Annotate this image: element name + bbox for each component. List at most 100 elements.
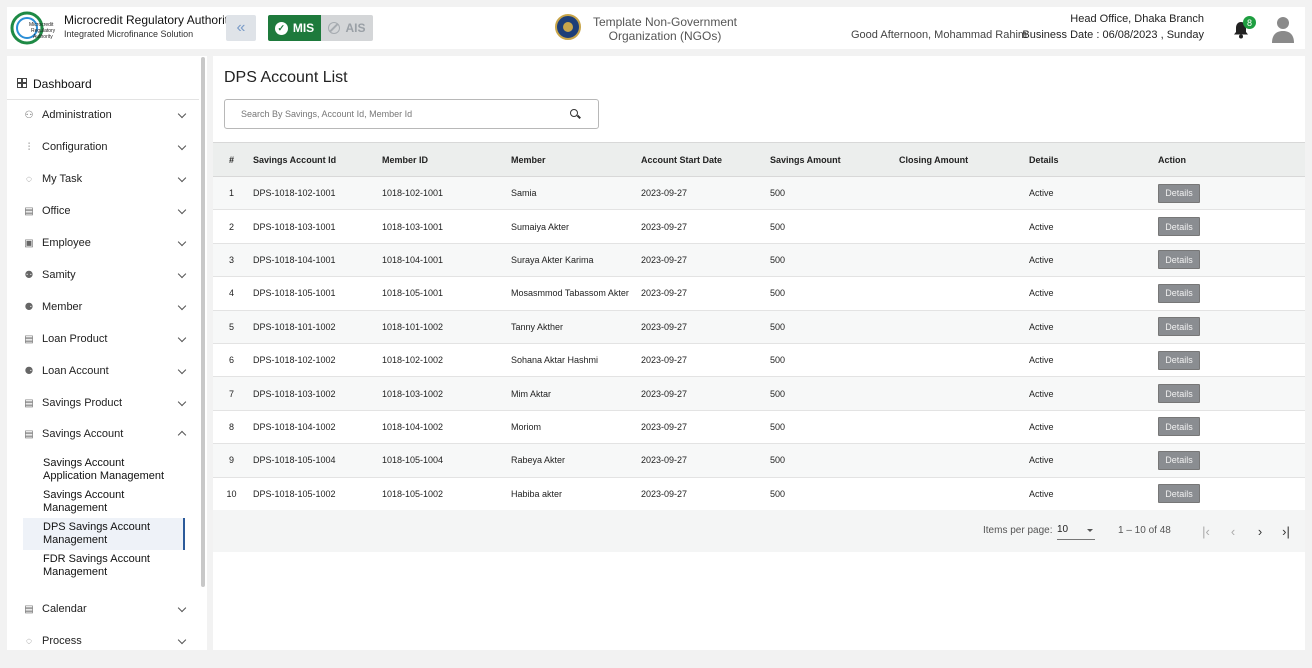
- sidebar-item-savings-product[interactable]: ▤ Savings Product: [7, 391, 199, 415]
- submenu-label-line2: Management: [43, 502, 108, 514]
- submenu-label-line2: Management: [43, 534, 108, 546]
- cell-savings-account-id: DPS-1018-105-1001: [253, 288, 336, 299]
- submenu-fdr-savings-account[interactable]: FDR Savings Account Management: [23, 550, 185, 582]
- cell-member-id: 1018-105-1002: [382, 488, 444, 499]
- dropdown-arrow-icon: [1087, 529, 1093, 532]
- last-page-button[interactable]: ›|: [1277, 522, 1295, 540]
- cell-start-date: 2023-09-27: [641, 321, 688, 332]
- users-cog-icon: ⚇: [24, 109, 34, 121]
- cell-member-id: 1018-101-1002: [382, 321, 444, 332]
- sidebar-item-employee[interactable]: ▣ Employee: [7, 231, 199, 255]
- sidebar-item-label: Calendar: [42, 603, 87, 615]
- ban-icon: [328, 22, 341, 34]
- cell-action: Details: [1155, 377, 1305, 410]
- cell-action: Details: [1155, 210, 1305, 243]
- details-button[interactable]: Details: [1158, 217, 1200, 237]
- paginator: Items per page: 10 1 – 10 of 48 |‹ ‹ › ›…: [213, 510, 1305, 552]
- svg-text:Authority: Authority: [33, 34, 53, 40]
- details-button[interactable]: Details: [1158, 484, 1200, 504]
- chevron-down-icon: [177, 635, 187, 645]
- chevron-down-icon: [177, 269, 187, 279]
- sidebar-item-savings-account[interactable]: ▤ Savings Account: [7, 422, 199, 446]
- cell-savings-account-id: DPS-1018-101-1002: [253, 321, 336, 332]
- sidebar-item-loan-account[interactable]: ⚈ Loan Account: [7, 359, 199, 383]
- org-name-line1: Template Non-Government: [592, 15, 738, 29]
- cell-closing-amount: [896, 243, 1026, 276]
- members-icon: ⚈: [24, 301, 34, 313]
- sidebar-item-label: Loan Account: [42, 365, 109, 377]
- cell-savings-amount: 500: [770, 188, 786, 199]
- details-button[interactable]: Details: [1158, 384, 1200, 404]
- cell-savings-account-id: DPS-1018-105-1002: [253, 488, 336, 499]
- details-button[interactable]: Details: [1158, 317, 1200, 337]
- first-page-button[interactable]: |‹: [1197, 522, 1215, 540]
- sidebar-item-office[interactable]: ▤ Office: [7, 199, 199, 223]
- cell-row-index: 6: [228, 355, 234, 366]
- cell-action: Details: [1155, 177, 1305, 210]
- details-button[interactable]: Details: [1158, 283, 1200, 303]
- sidebar-item-label: Samity: [42, 269, 76, 281]
- cell-row-index: 4: [228, 288, 234, 299]
- items-per-page-label: Items per page:: [983, 525, 1053, 536]
- cell-closing-amount: [896, 410, 1026, 443]
- submenu-dps-savings-account[interactable]: DPS Savings Account Management: [23, 518, 185, 550]
- cell-start-date: 2023-09-27: [641, 488, 688, 499]
- grid-icon: [17, 77, 27, 91]
- column-header-savings-amount: Savings Amount: [770, 154, 841, 165]
- cell-savings-amount: 500: [770, 421, 786, 432]
- ais-toggle-button[interactable]: AIS: [321, 15, 373, 41]
- notification-count-badge: 8: [1243, 16, 1256, 29]
- main-content: DPS Account List # Savings Account Id Me…: [213, 56, 1305, 650]
- sidebar-item-member[interactable]: ⚈ Member: [7, 295, 199, 319]
- chevron-down-icon: [177, 141, 187, 151]
- column-header-savings-account-id: Savings Account Id: [253, 154, 337, 165]
- details-button[interactable]: Details: [1158, 417, 1200, 437]
- sidebar-item-samity[interactable]: ⚉ Samity: [7, 263, 199, 287]
- details-button[interactable]: Details: [1158, 350, 1200, 370]
- cell-member-name: Suraya Akter Karima: [511, 254, 594, 265]
- cell-closing-amount: [896, 343, 1026, 376]
- previous-page-button[interactable]: ‹: [1224, 522, 1242, 540]
- details-button[interactable]: Details: [1158, 250, 1200, 270]
- submenu-label-line1: Savings Account: [43, 457, 125, 469]
- cell-status: Active: [1029, 388, 1054, 399]
- cell-action: Details: [1155, 343, 1305, 376]
- items-per-page-select[interactable]: 10: [1057, 522, 1095, 540]
- sidebar-item-dashboard[interactable]: Dashboard: [7, 68, 199, 100]
- cell-status: Active: [1029, 288, 1054, 299]
- search-icon[interactable]: [570, 109, 578, 117]
- column-header-start-date: Account Start Date: [641, 154, 723, 165]
- cell-start-date: 2023-09-27: [641, 188, 688, 199]
- mis-toggle-button[interactable]: ✓ MIS: [268, 15, 321, 41]
- details-button[interactable]: Details: [1158, 183, 1200, 203]
- sidebar-scrollbar[interactable]: [201, 57, 205, 587]
- details-button[interactable]: Details: [1158, 450, 1200, 470]
- cell-savings-amount: 500: [770, 488, 786, 499]
- sidebar-item-my-task[interactable]: ◌ My Task: [7, 167, 199, 191]
- sidebar-item-process[interactable]: ◌ Process: [7, 629, 199, 650]
- page-title: DPS Account List: [224, 69, 348, 86]
- sidebar-item-label: Member: [42, 301, 83, 313]
- sidebar-item-calendar[interactable]: ▤ Calendar: [7, 597, 199, 621]
- chevron-down-icon: [177, 365, 187, 375]
- cell-savings-amount: 500: [770, 221, 786, 232]
- submenu-savings-account-application[interactable]: Savings Account Application Management: [23, 454, 185, 486]
- cell-closing-amount: [896, 277, 1026, 310]
- sidebar-item-administration[interactable]: ⚇ Administration: [7, 103, 199, 127]
- next-page-button[interactable]: ›: [1251, 522, 1269, 540]
- collapse-sidebar-button[interactable]: «: [226, 15, 256, 41]
- ais-label: AIS: [345, 21, 366, 35]
- cell-action: Details: [1155, 243, 1305, 276]
- submenu-savings-account-management[interactable]: Savings Account Management: [23, 486, 185, 518]
- sidebar-item-loan-product[interactable]: ▤ Loan Product: [7, 327, 199, 351]
- sidebar-item-configuration[interactable]: ⫶ Configuration: [7, 135, 199, 159]
- building-icon: ▤: [24, 205, 34, 217]
- sidebar-item-label: Savings Product: [42, 397, 123, 409]
- cell-status: Active: [1029, 254, 1054, 265]
- search-input[interactable]: [241, 101, 561, 127]
- first-page-icon: |‹: [1202, 523, 1210, 539]
- cell-savings-amount: 500: [770, 321, 786, 332]
- cell-member-id: 1018-105-1004: [382, 455, 444, 466]
- cell-member-id: 1018-102-1002: [382, 355, 444, 366]
- user-avatar-icon[interactable]: [1271, 15, 1295, 43]
